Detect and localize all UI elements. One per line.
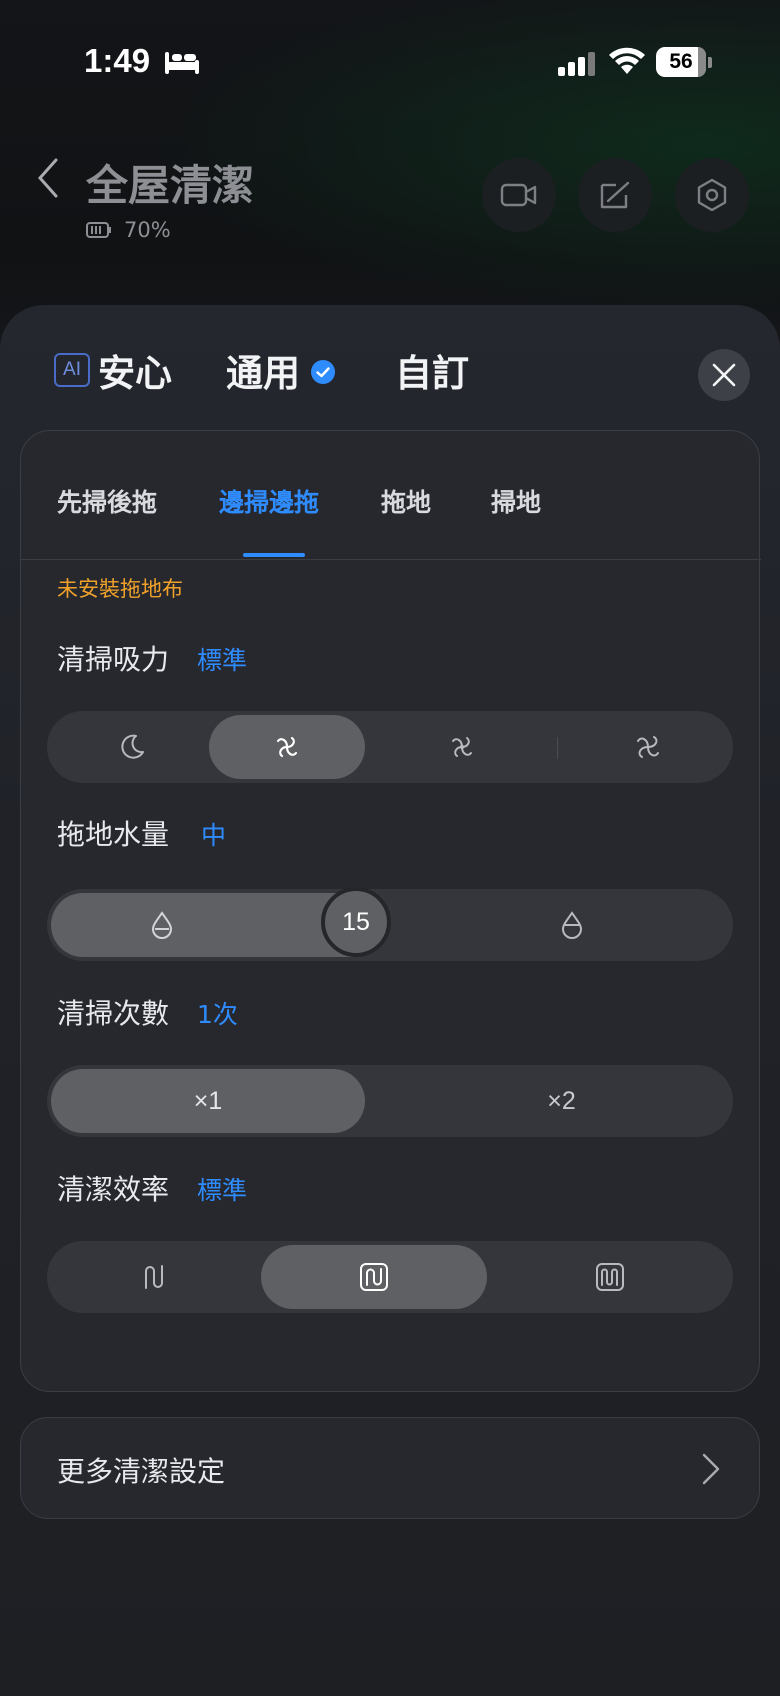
sleep-bed-icon	[165, 52, 199, 74]
active-subtab-indicator	[243, 553, 305, 557]
suction-selector	[47, 711, 733, 783]
cellular-signal-icon	[558, 52, 595, 76]
fan-strong-icon	[452, 737, 472, 757]
tab-ai-safe[interactable]: 安心	[98, 343, 172, 397]
efficiency-selector	[47, 1241, 733, 1313]
fan-max-icon	[637, 736, 659, 758]
efficiency-value: 標準	[197, 1176, 248, 1205]
water-low-icon-wrap	[97, 889, 227, 961]
passes-label: 清掃次數	[57, 997, 170, 1030]
passes-option-2[interactable]: ×2	[390, 1065, 733, 1137]
battery-indicator: 56	[656, 47, 706, 77]
water-value: 中	[201, 821, 227, 850]
page-title: 全屋清潔	[86, 161, 255, 210]
status-bar: 1:49 56	[0, 0, 780, 120]
settings-button[interactable]	[675, 158, 749, 232]
water-drop-icon	[151, 911, 173, 939]
efficiency-option-fast[interactable]	[47, 1241, 261, 1313]
water-label: 拖地水量	[57, 818, 170, 851]
water-slider-knob[interactable]: 15	[321, 887, 391, 957]
suction-option-standard[interactable]	[209, 711, 365, 783]
moon-icon	[121, 734, 144, 759]
more-settings-row[interactable]: 更多清潔設定	[20, 1417, 760, 1519]
robot-battery-percent: 70%	[124, 218, 171, 242]
fan-icon	[276, 736, 298, 758]
suction-value: 標準	[197, 646, 248, 675]
video-camera-icon	[500, 183, 537, 207]
mode-tabs: AI 安心 通用 自訂	[0, 305, 780, 415]
suction-label: 清掃吸力	[57, 643, 170, 676]
suction-option-strong[interactable]	[377, 711, 547, 783]
suction-option-quiet[interactable]	[47, 711, 217, 783]
robot-battery-icon	[86, 222, 111, 238]
close-icon	[712, 363, 736, 387]
water-drop-full-icon	[561, 911, 583, 939]
subtab-sweep-and-mop[interactable]: 邊掃邊拖	[219, 483, 319, 519]
cleaning-mode-sheet: AI 安心 通用 自訂 先掃後拖 邊掃邊拖 拖地 掃地 未安裝拖地布 清掃吸力 …	[0, 305, 780, 1696]
passes-selector: ×1 ×2	[47, 1065, 733, 1137]
check-circle-icon	[311, 360, 335, 384]
path-standard-icon	[360, 1263, 388, 1291]
tab-custom[interactable]: 自訂	[395, 343, 469, 397]
battery-level: 56	[669, 50, 693, 73]
close-button[interactable]	[698, 349, 750, 401]
subtab-bar: 先掃後拖 邊掃邊拖 拖地 掃地	[21, 431, 761, 560]
back-chevron-icon[interactable]	[34, 156, 64, 200]
efficiency-option-deep[interactable]	[487, 1241, 733, 1313]
map-edit-icon	[600, 181, 630, 209]
settings-card: 先掃後拖 邊掃邊拖 拖地 掃地 未安裝拖地布 清掃吸力 標準 拖地水量 中 15…	[20, 430, 761, 1392]
more-settings-label: 更多清潔設定	[57, 1455, 226, 1488]
subtab-sweep-then-mop[interactable]: 先掃後拖	[57, 483, 157, 519]
efficiency-label: 清潔效率	[57, 1173, 170, 1206]
passes-option-1[interactable]: ×1	[51, 1065, 365, 1137]
ai-badge: AI	[54, 353, 90, 387]
wifi-icon	[609, 47, 645, 74]
video-button[interactable]	[482, 158, 556, 232]
status-time: 1:49	[84, 42, 151, 79]
page-header: 全屋清潔 70%	[0, 140, 780, 260]
warning-text: 未安裝拖地布	[57, 577, 183, 601]
suction-option-max[interactable]	[563, 711, 733, 783]
gear-icon	[697, 178, 727, 212]
water-high-icon-wrap	[507, 889, 637, 961]
map-edit-button[interactable]	[578, 158, 652, 232]
passes-value: 1次	[197, 1000, 238, 1029]
path-simple-icon	[145, 1265, 163, 1289]
subtab-mop[interactable]: 拖地	[381, 483, 431, 519]
water-slider[interactable]: 15	[47, 887, 733, 961]
chevron-right-icon	[702, 1453, 720, 1485]
subtab-sweep[interactable]: 掃地	[491, 483, 541, 519]
efficiency-option-standard[interactable]	[261, 1241, 487, 1313]
tab-general[interactable]: 通用	[226, 343, 300, 397]
path-deep-icon	[596, 1263, 624, 1291]
